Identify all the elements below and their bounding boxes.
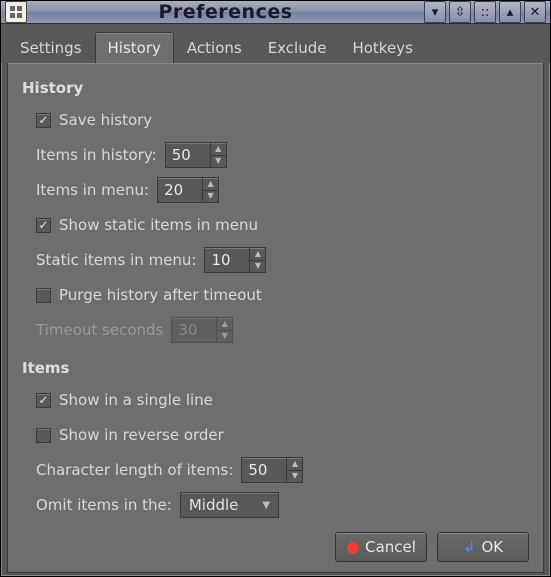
row-single-line: Show in a single line: [36, 387, 529, 413]
row-char-length: Character length of items: 50 ▲▼: [36, 457, 529, 483]
checkbox-reverse-order[interactable]: [36, 428, 51, 443]
spin-up-icon[interactable]: ▲: [211, 143, 226, 156]
label-items-in-menu: Items in menu:: [36, 181, 149, 199]
row-timeout-seconds: Timeout seconds 30 ▲▼: [36, 317, 529, 343]
label-items-in-history: Items in history:: [36, 146, 157, 164]
spin-up-icon[interactable]: ▲: [250, 248, 265, 261]
row-items-in-history: Items in history: 50 ▲▼: [36, 142, 529, 168]
row-reverse-order: Show in reverse order: [36, 422, 529, 448]
spinbox-value[interactable]: 10: [205, 248, 249, 272]
spinbox-value: 30: [172, 318, 216, 342]
ok-button-label: OK: [481, 538, 503, 556]
label-save-history: Save history: [59, 111, 152, 129]
cancel-icon: ●: [346, 540, 359, 555]
sticky-button[interactable]: ::: [474, 1, 496, 23]
label-char-length: Character length of items:: [36, 461, 233, 479]
window-controls: ▾ ⇳ :: ▴ ✕: [424, 1, 546, 23]
section-title-items: Items: [22, 359, 529, 377]
tab-actions[interactable]: Actions: [174, 32, 255, 63]
tab-panel-history: History Save history Items in history: 5…: [7, 63, 544, 573]
label-omit: Omit items in the:: [36, 496, 172, 514]
spinbox-timeout-seconds: 30 ▲▼: [171, 317, 233, 343]
tab-hotkeys[interactable]: Hotkeys: [339, 32, 425, 63]
app-icon: [5, 1, 27, 23]
row-items-in-menu: Items in menu: 20 ▲▼: [36, 177, 529, 203]
spinbox-static-items-in-menu[interactable]: 10 ▲▼: [204, 247, 266, 273]
spin-down-icon: ▼: [217, 331, 232, 343]
row-save-history: Save history: [36, 107, 529, 133]
spinbox-value[interactable]: 50: [166, 143, 210, 167]
checkbox-single-line[interactable]: [36, 393, 51, 408]
spinbox-char-length[interactable]: 50 ▲▼: [241, 457, 303, 483]
checkbox-purge-after-timeout[interactable]: [36, 288, 51, 303]
preferences-window: Preferences ▾ ⇳ :: ▴ ✕ Settings History …: [0, 0, 551, 577]
shade-up-button[interactable]: ⇳: [449, 1, 471, 23]
spin-up-icon[interactable]: ▲: [287, 458, 302, 471]
row-omit: Omit items in the: Middle ▼: [36, 492, 529, 518]
cancel-button-label: Cancel: [365, 538, 416, 556]
chevron-down-icon: ▼: [262, 500, 270, 511]
spinbox-value[interactable]: 20: [158, 178, 202, 202]
label-reverse-order: Show in reverse order: [59, 426, 224, 444]
checkbox-save-history[interactable]: [36, 113, 51, 128]
row-static-items-in-menu: Static items in menu: 10 ▲▼: [36, 247, 529, 273]
spinbox-items-in-history[interactable]: 50 ▲▼: [165, 142, 227, 168]
spin-down-icon[interactable]: ▼: [287, 471, 302, 483]
section-title-history: History: [22, 79, 529, 97]
tab-history[interactable]: History: [95, 32, 174, 63]
dropdown-selected: Middle: [189, 496, 239, 514]
tab-settings[interactable]: Settings: [7, 32, 95, 63]
label-purge-after-timeout: Purge history after timeout: [59, 286, 262, 304]
maximize-button[interactable]: ▴: [499, 1, 521, 23]
spin-up-icon: ▲: [217, 318, 232, 331]
close-button[interactable]: ✕: [524, 1, 546, 23]
titlebar: Preferences ▾ ⇳ :: ▴ ✕: [1, 1, 550, 24]
spin-down-icon[interactable]: ▼: [203, 191, 218, 203]
row-show-static: Show static items in menu: [36, 212, 529, 238]
spin-up-icon[interactable]: ▲: [203, 178, 218, 191]
spinbox-value[interactable]: 50: [242, 458, 286, 482]
dialog-buttons: ● Cancel ↲ OK: [22, 518, 529, 562]
ok-button[interactable]: ↲ OK: [437, 532, 529, 562]
tab-exclude[interactable]: Exclude: [255, 32, 340, 63]
dropdown-omit[interactable]: Middle ▼: [180, 492, 279, 518]
label-static-items-in-menu: Static items in menu:: [36, 251, 196, 269]
spin-down-icon[interactable]: ▼: [250, 261, 265, 273]
ok-icon: ↲: [463, 540, 476, 555]
row-purge-after-timeout: Purge history after timeout: [36, 282, 529, 308]
window-title: Preferences: [33, 1, 418, 23]
cancel-button[interactable]: ● Cancel: [335, 532, 427, 562]
label-show-static: Show static items in menu: [59, 216, 258, 234]
spin-down-icon[interactable]: ▼: [211, 156, 226, 168]
checkbox-show-static[interactable]: [36, 218, 51, 233]
tab-bar: Settings History Actions Exclude Hotkeys: [1, 24, 550, 63]
spinbox-items-in-menu[interactable]: 20 ▲▼: [157, 177, 219, 203]
label-timeout-seconds: Timeout seconds: [36, 321, 163, 339]
shade-down-button[interactable]: ▾: [424, 1, 446, 23]
label-single-line: Show in a single line: [59, 391, 213, 409]
